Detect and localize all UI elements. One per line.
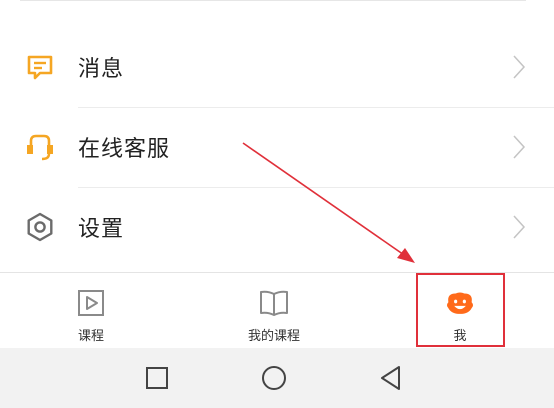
system-navigation-bar [0, 348, 554, 408]
chevron-right-icon [513, 55, 526, 79]
customer-service-icon [24, 131, 56, 163]
message-icon [24, 51, 56, 83]
circle-icon[interactable] [261, 365, 287, 391]
annotation-highlight-box [416, 273, 505, 347]
chevron-right-icon [513, 135, 526, 159]
settings-icon [24, 211, 56, 243]
menu-item-settings[interactable]: 设置 [0, 188, 554, 266]
menu-item-label: 消息 [78, 57, 125, 82]
menu-item-label: 在线客服 [78, 137, 171, 162]
tab-courses[interactable]: 课程 [54, 273, 128, 349]
square-icon[interactable] [144, 365, 170, 391]
chevron-right-icon [513, 215, 526, 239]
menu-item-customer-service[interactable]: 在线客服 [0, 108, 554, 186]
screen: 消息 在线客服 设置 课程 我的课程 我 [0, 0, 554, 408]
menu-item-messages[interactable]: 消息 [0, 28, 554, 106]
divider [20, 0, 526, 1]
book-icon [258, 287, 290, 319]
menu-item-label: 设置 [78, 217, 125, 242]
play-icon [75, 287, 107, 319]
tab-label: 课程 [77, 329, 104, 344]
tab-label: 我的课程 [247, 329, 300, 344]
tab-my-courses[interactable]: 我的课程 [234, 273, 314, 349]
back-triangle-icon[interactable] [378, 365, 404, 391]
